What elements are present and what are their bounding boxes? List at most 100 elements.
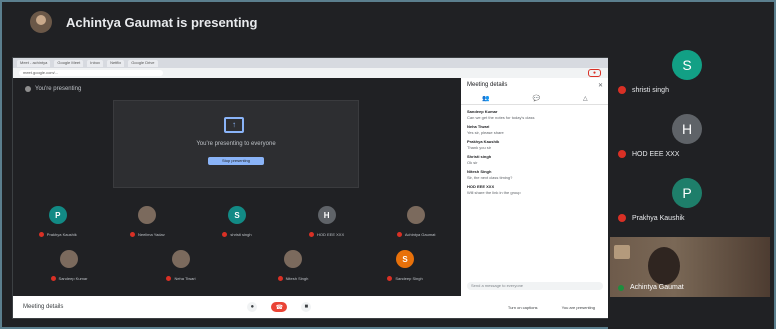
participant-avatar: P: [48, 206, 67, 224]
message-author: Prakhya Kaushik: [467, 139, 500, 144]
presenting-button[interactable]: You are presenting: [562, 305, 595, 310]
participant-tile[interactable]: Achintya Gaumat: [376, 206, 456, 242]
side-participant-tile[interactable]: S shristi singh: [608, 50, 774, 98]
participant-sidebar: S shristi singh H HOD EEE XXX P Prakhya …: [608, 42, 774, 329]
participant-tile[interactable]: S Sandeep Singh: [365, 250, 445, 286]
chat-input[interactable]: Send a message to everyone: [467, 282, 603, 290]
call-controls: ● ☎ ■: [233, 302, 312, 312]
participant-name: Neelima Yadav: [138, 232, 165, 237]
participant-tile[interactable]: P Prakhya Kaushik: [18, 206, 98, 242]
meet-window: Achintya Gaumat is presenting Meet - ach…: [0, 0, 776, 329]
participant-name: shristi singh: [230, 232, 252, 237]
participant-avatar: [172, 250, 190, 268]
participant-name: HOD EEE XXX: [317, 232, 345, 237]
browser-tab[interactable]: Meet - achintya: [17, 59, 51, 67]
activities-icon[interactable]: △: [583, 95, 588, 102]
chat-message: Prakhya Kaushik Thank you sir: [461, 135, 609, 150]
chat-message: Shristi singh Ok sir: [461, 150, 609, 165]
presenting-text: You're presenting: [35, 86, 82, 92]
browser-toolbar: meet.google.com/... ●: [13, 68, 609, 78]
panel-tabs: 👥 💬 △: [461, 92, 609, 105]
participant-tile[interactable]: H HOD EEE XXX: [287, 206, 367, 242]
mic-off-icon: [309, 232, 315, 237]
participant-name: Nitesh Singh: [285, 276, 309, 281]
message-author: HOD EEE XXX: [467, 184, 495, 189]
participant-avatar: S: [672, 50, 702, 80]
participant-avatar: [60, 250, 78, 268]
side-participant-tile[interactable]: P Prakhya Kaushik: [608, 178, 774, 226]
participant-video[interactable]: Achintya Gaumat: [610, 237, 770, 297]
mic-off-icon: [130, 232, 135, 237]
present-screen-icon: ↑: [224, 117, 244, 133]
panel-title: Meeting details: [467, 82, 508, 88]
participant-row: Sandeep Kumar Neha Tiwari Nitesh Singh S…: [13, 250, 461, 286]
browser-tab[interactable]: Netflix: [107, 59, 125, 67]
browser-action-button[interactable]: ●: [587, 69, 601, 77]
participant-tile[interactable]: Neha Tiwari: [141, 250, 221, 286]
participant-avatar: P: [672, 178, 702, 208]
mic-icon[interactable]: ●: [247, 302, 258, 312]
mic-off-icon: [50, 276, 56, 281]
participant-name: Neha Tiwari: [174, 276, 196, 281]
mic-off-icon: [618, 214, 626, 222]
participant-avatar: S: [396, 250, 414, 268]
mic-off-icon: [38, 232, 44, 237]
presentation-stage: ↑ You're presenting to everyone Stop pre…: [113, 100, 359, 188]
person-image: [648, 247, 680, 285]
side-participant-tile[interactable]: H HOD EEE XXX: [608, 114, 774, 162]
participant-tile[interactable]: S shristi singh: [197, 206, 277, 242]
meet-main: You're presenting ↑ You're presenting to…: [13, 78, 461, 296]
presenter-title: Achintya Gaumat is presenting: [66, 14, 258, 30]
mic-off-icon: [277, 276, 283, 281]
participant-tile[interactable]: Sandeep Kumar: [29, 250, 109, 286]
mic-off-icon: [387, 276, 393, 281]
self-avatar: [25, 86, 31, 92]
meeting-details-button[interactable]: Meeting details: [23, 304, 63, 310]
participant-avatar: H: [317, 206, 336, 224]
presenter-bar: Achintya Gaumat is presenting: [2, 2, 774, 42]
close-icon[interactable]: ✕: [598, 82, 603, 89]
participant-name: Prakhya Kaushik: [46, 232, 77, 237]
participant-avatar: [284, 250, 302, 268]
browser-tab[interactable]: Inbox: [87, 59, 104, 67]
stop-presenting-button[interactable]: Stop presenting: [208, 157, 264, 165]
camera-icon[interactable]: ■: [301, 302, 312, 312]
message-author: Sandeep Kumar: [467, 109, 498, 114]
chat-message: Sandeep Kumar Can we get the notes for t…: [461, 105, 609, 120]
chat-message: Neha Tiwari Yes sir, please share: [461, 120, 609, 135]
shared-screen: Meet - achintya Google Meet Inbox Netfli…: [12, 57, 610, 319]
chat-message: Nitesh Singh Sir, the next class timing?: [461, 165, 609, 180]
participant-tile[interactable]: Nitesh Singh: [253, 250, 333, 286]
participant-avatar: [407, 206, 426, 224]
hang-up-icon[interactable]: ☎: [271, 302, 288, 312]
presenting-label: You're presenting: [25, 86, 81, 92]
people-icon[interactable]: 👥: [482, 95, 489, 102]
address-bar[interactable]: meet.google.com/...: [19, 70, 163, 76]
panel-header: Meeting details ✕: [461, 78, 609, 92]
participant-avatar: S: [227, 206, 246, 224]
browser-tab[interactable]: Google Drive: [128, 59, 158, 67]
stage-text: You're presenting to everyone: [196, 141, 276, 147]
participant-avatar: H: [672, 114, 702, 144]
participant-name: shristi singh: [632, 86, 669, 94]
mic-off-icon: [618, 86, 626, 94]
participant-name: Sandeep Singh: [395, 276, 423, 281]
participant-name: Sandeep Kumar: [58, 276, 88, 281]
participant-name: HOD EEE XXX: [632, 150, 680, 158]
browser-tab[interactable]: Google Meet: [54, 59, 84, 67]
mic-off-icon: [166, 276, 172, 281]
browser-tab-strip: Meet - achintya Google Meet Inbox Netfli…: [13, 58, 609, 68]
mic-off-icon: [396, 232, 402, 237]
participant-avatar: [138, 206, 157, 224]
bottom-actions: Turn on captions You are presenting: [508, 305, 595, 310]
message-text: Will share the link in the group: [467, 190, 521, 195]
chat-icon[interactable]: 💬: [533, 95, 540, 102]
participant-tile[interactable]: Neelima Yadav: [107, 206, 187, 242]
mic-off-icon: [222, 232, 228, 237]
presenter-avatar: [30, 11, 52, 33]
message-author: Shristi singh: [467, 154, 492, 159]
video-participant-name: Achintya Gaumat: [630, 284, 684, 291]
captions-button[interactable]: Turn on captions: [508, 305, 538, 310]
participant-row: P Prakhya Kaushik Neelima Yadav S shrist…: [13, 206, 461, 242]
message-author: Nitesh Singh: [467, 169, 492, 174]
